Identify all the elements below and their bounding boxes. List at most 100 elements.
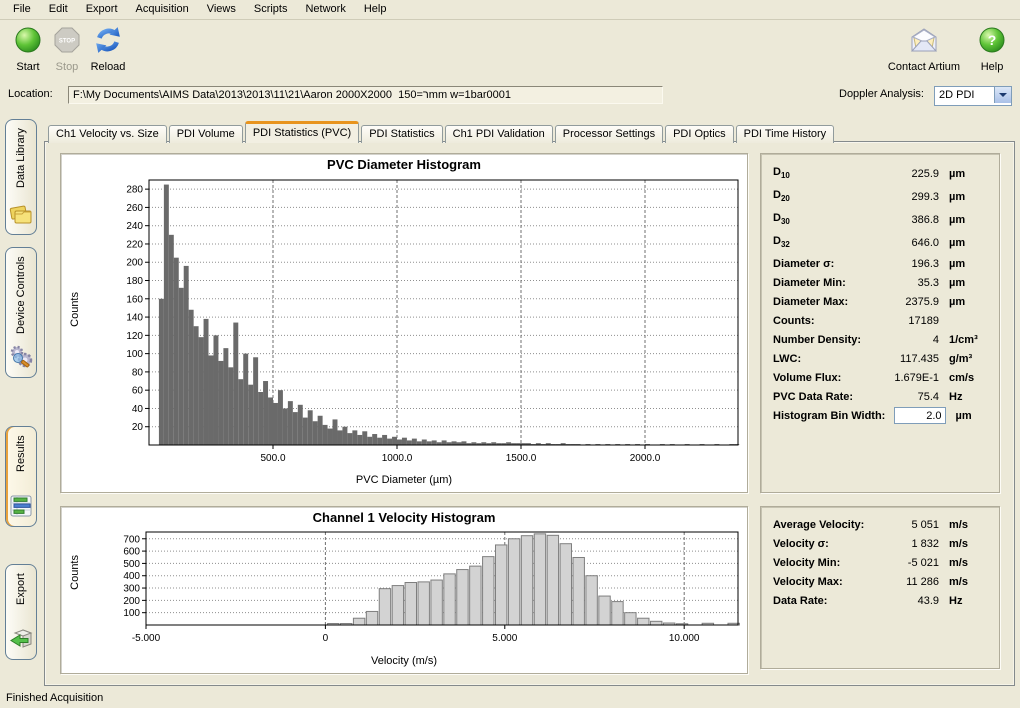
svg-text:240: 240 <box>126 221 143 232</box>
svg-text:500: 500 <box>123 559 140 570</box>
location-input[interactable] <box>68 86 663 104</box>
tab-ch1-velocity-vs-size[interactable]: Ch1 Velocity vs. Size <box>48 125 167 143</box>
svg-text:1500.0: 1500.0 <box>506 453 537 464</box>
stat-row: PVC Data Rate:75.4Hz <box>761 387 999 406</box>
stop-button[interactable]: STOP Stop <box>48 26 86 73</box>
menu-item-scripts[interactable]: Scripts <box>245 0 297 19</box>
help-icon: ? <box>974 26 1010 58</box>
stat-unit: µm <box>939 214 989 226</box>
svg-text:100: 100 <box>126 349 143 360</box>
tab-pdi-volume[interactable]: PDI Volume <box>169 125 243 143</box>
diameter-stats-panel: D10225.9µmD20299.3µmD30386.8µmD32646.0µm… <box>760 153 1000 493</box>
doppler-analysis-dropdown[interactable]: 2D PDI <box>934 86 1012 106</box>
stat-value: 4 <box>867 334 939 346</box>
reload-button[interactable]: Reload <box>86 26 130 73</box>
stat-value: 117.435 <box>867 353 939 365</box>
stat-value: 299.3 <box>867 191 939 203</box>
stat-unit: m/s <box>939 519 989 531</box>
stat-value: 1.679E-1 <box>867 372 939 384</box>
menu-item-acquisition[interactable]: Acquisition <box>127 0 198 19</box>
stat-label: Histogram Bin Width: <box>773 410 885 422</box>
x-axis-label: Velocity (m/s) <box>61 655 747 667</box>
bar-chart-icon <box>9 495 33 520</box>
menu-item-file[interactable]: File <box>4 0 40 19</box>
svg-text:180: 180 <box>126 276 143 287</box>
sidebar-item-label: Data Library <box>15 128 27 204</box>
stat-unit: µm <box>939 277 989 289</box>
reload-label: Reload <box>86 61 130 73</box>
velocity-stats-panel: Average Velocity:5 051m/sVelocity σ:1 83… <box>760 506 1000 669</box>
menu-item-network[interactable]: Network <box>296 0 354 19</box>
menu-item-export[interactable]: Export <box>77 0 127 19</box>
stop-icon-text: STOP <box>59 39 75 45</box>
folders-icon <box>9 204 33 228</box>
stat-label: D30 <box>773 212 867 226</box>
export-arrow-icon <box>9 628 33 653</box>
stat-value: -5 021 <box>867 557 939 569</box>
histogram-bin-width-input[interactable] <box>894 407 946 424</box>
svg-text:1000.0: 1000.0 <box>382 453 413 464</box>
chevron-down-icon[interactable] <box>994 87 1011 103</box>
menu-item-views[interactable]: Views <box>198 0 245 19</box>
stat-row: Histogram Bin Width:µm <box>761 406 999 425</box>
svg-text:400: 400 <box>123 571 140 582</box>
contact-artium-button[interactable]: Contact Artium <box>882 26 966 73</box>
stat-row: D20299.3µm <box>761 185 999 208</box>
menu-item-edit[interactable]: Edit <box>40 0 77 19</box>
stat-label: Data Rate: <box>773 595 867 607</box>
stat-unit: Hz <box>939 595 989 607</box>
stat-row: Number Density:41/cm³ <box>761 330 999 349</box>
stat-label: Number Density: <box>773 334 867 346</box>
svg-text:40: 40 <box>132 404 144 415</box>
stat-label: Volume Flux: <box>773 372 867 384</box>
svg-text:60: 60 <box>132 386 144 397</box>
start-button[interactable]: Start <box>8 26 48 73</box>
stat-value: 43.9 <box>867 595 939 607</box>
svg-text:2000.0: 2000.0 <box>630 453 661 464</box>
location-row: Location: Doppler Analysis: 2D PDI <box>0 83 1020 109</box>
stat-label: D10 <box>773 166 867 180</box>
tab-pdi-time-history[interactable]: PDI Time History <box>736 125 835 143</box>
tab-pdi-optics[interactable]: PDI Optics <box>665 125 734 143</box>
tab-processor-settings[interactable]: Processor Settings <box>555 125 663 143</box>
svg-text:200: 200 <box>123 596 140 607</box>
chart-title: PVC Diameter Histogram <box>61 157 747 172</box>
stat-row: Volume Flux:1.679E-1cm/s <box>761 368 999 387</box>
stat-value: 2375.9 <box>867 296 939 308</box>
stop-label: Stop <box>48 61 86 73</box>
reload-icon <box>86 26 130 58</box>
status-text: Finished Acquisition <box>6 692 103 704</box>
svg-text:100: 100 <box>123 608 140 619</box>
stat-unit: 1/cm³ <box>939 334 989 346</box>
sidebar-item-data-library[interactable]: Data Library <box>5 119 37 235</box>
stat-value: 11 286 <box>867 576 939 588</box>
stat-row: Counts:17189 <box>761 311 999 330</box>
sidebar-item-results[interactable]: Results <box>5 426 37 527</box>
chart-title: Channel 1 Velocity Histogram <box>61 510 747 525</box>
stat-value: 1 832 <box>867 538 939 550</box>
stat-label: LWC: <box>773 353 867 365</box>
stat-row: D10225.9µm <box>761 162 999 185</box>
stat-label: Velocity Min: <box>773 557 867 569</box>
envelope-icon <box>882 26 966 58</box>
tab-pdi-statistics-pvc[interactable]: PDI Statistics (PVC) <box>245 121 359 143</box>
stat-label: Diameter Max: <box>773 296 867 308</box>
stat-value: 17189 <box>867 315 939 327</box>
help-button[interactable]: ? Help <box>974 26 1010 73</box>
stat-unit: Hz <box>939 391 989 403</box>
location-label: Location: <box>8 88 53 100</box>
results-content-area: PVC Diameter Histogram Counts 2040608010… <box>44 141 1015 686</box>
tab-ch1-pdi-validation[interactable]: Ch1 PDI Validation <box>445 125 553 143</box>
svg-text:20: 20 <box>132 422 144 433</box>
stat-label: Diameter σ: <box>773 258 867 270</box>
svg-text:80: 80 <box>132 367 144 378</box>
sidebar-item-export[interactable]: Export <box>5 564 37 660</box>
stat-value: 646.0 <box>867 237 939 249</box>
tab-pdi-statistics[interactable]: PDI Statistics <box>361 125 442 143</box>
pvc-diameter-histogram-chart: 2040608010012014016018020022024026028050… <box>61 176 749 494</box>
sidebar-item-label: Device Controls <box>15 256 27 345</box>
toolbar: Start STOP Stop <box>0 20 1020 82</box>
menu-item-help[interactable]: Help <box>355 0 396 19</box>
sidebar-item-device-controls[interactable]: Device Controls <box>5 247 37 378</box>
sidebar-item-label: Results <box>15 435 27 495</box>
